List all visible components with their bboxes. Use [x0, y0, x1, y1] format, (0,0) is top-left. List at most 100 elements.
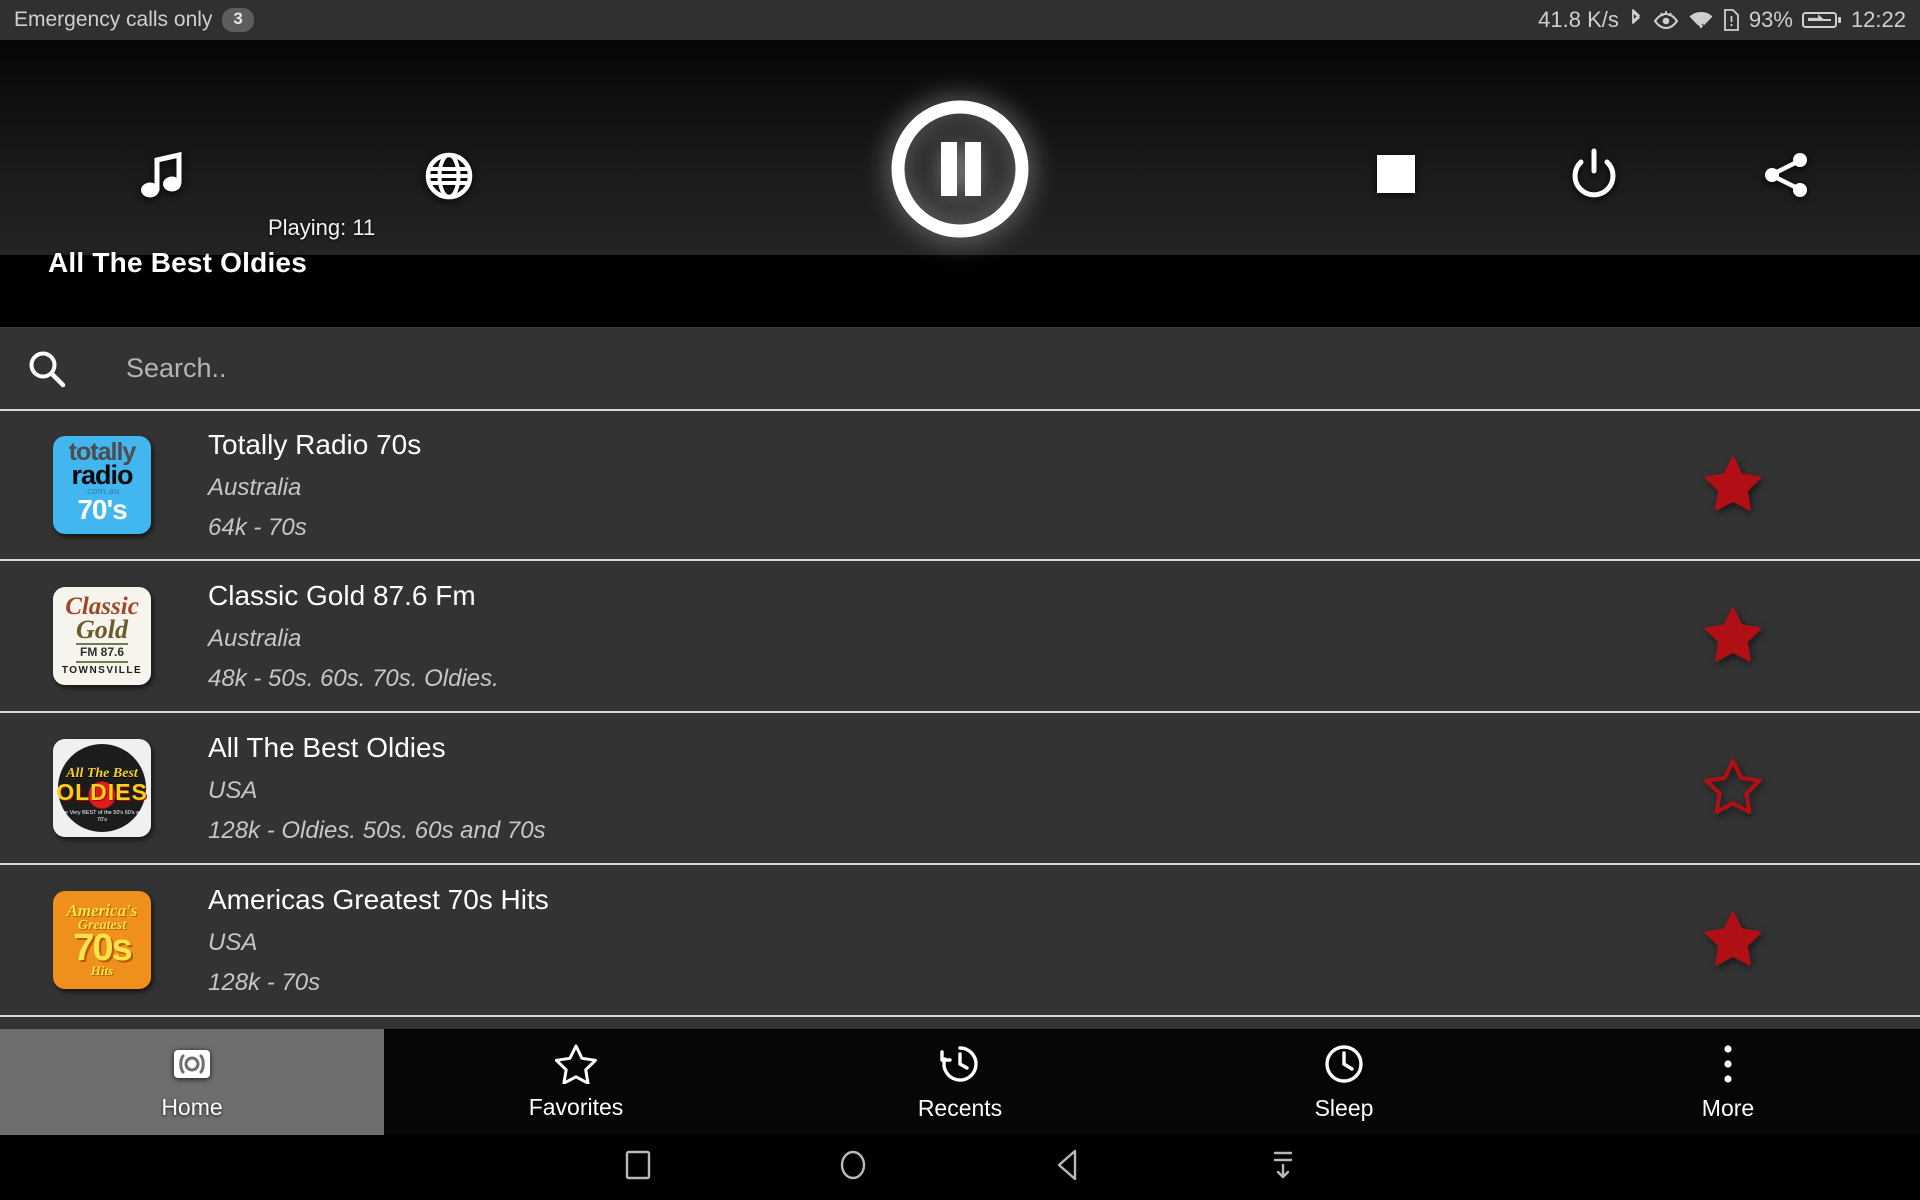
playing-count-label: Playing: 11 [268, 215, 376, 240]
browse-web-button[interactable] [425, 152, 473, 200]
tab-label: Recents [917, 1094, 1003, 1121]
music-note-icon [140, 150, 186, 202]
clock-icon [1323, 1043, 1365, 1085]
home-circle-icon [837, 1148, 869, 1187]
logo-line-3: 70s [73, 927, 132, 970]
favorite-star-button[interactable] [1704, 910, 1762, 971]
logo-line-3: FM 87.6 [75, 643, 128, 663]
back-triangle-icon [1053, 1148, 1083, 1187]
hide-keyboard-button[interactable] [1175, 1148, 1390, 1187]
recents-square-icon [624, 1149, 652, 1186]
station-country: USA [208, 776, 258, 804]
share-button[interactable] [1762, 150, 1812, 200]
hide-keyboard-icon [1268, 1148, 1298, 1187]
table-row[interactable]: Classic Gold FM 87.6 TOWNSVILLE Classic … [0, 561, 1920, 713]
wifi-icon [1688, 9, 1714, 31]
station-name: Classic Gold 87.6 Fm [208, 579, 476, 611]
table-row[interactable]: All The Best OLDIES The Very BEST of the… [0, 713, 1920, 865]
power-icon [1571, 148, 1617, 200]
station-details: 48k - 50s. 60s. 70s. Oldies. [208, 664, 499, 692]
favorite-star-button[interactable] [1704, 758, 1762, 819]
tab-home[interactable]: Home [0, 1029, 384, 1135]
station-name: Totally Radio 70s [208, 428, 422, 460]
tab-recents[interactable]: Recents [768, 1029, 1152, 1135]
music-library-button[interactable] [140, 150, 186, 202]
star-filled-icon [1704, 455, 1762, 516]
tab-label: Sleep [1314, 1094, 1374, 1121]
network-speed-label: 41.8 K/s [1538, 7, 1619, 32]
stop-square-icon [1375, 153, 1417, 195]
logo-line-2: OLDIES [56, 778, 148, 805]
radio-broadcast-icon [172, 1044, 212, 1084]
station-details: 128k - Oldies. 50s. 60s and 70s [208, 816, 546, 844]
bottom-navigation: Home Favorites Recents Sleep More [0, 1029, 1920, 1135]
overflow-dots-icon [1720, 1043, 1736, 1085]
star-filled-icon [1704, 606, 1762, 667]
status-bar-right: 41.8 K/s 93% 12:22 [1538, 7, 1906, 33]
station-info: All The Best Oldies USA 128k - Oldies. 5… [208, 731, 1704, 844]
station-info: Totally Radio 70s Australia 64k - 70s [208, 428, 1704, 541]
recents-button[interactable] [530, 1149, 745, 1186]
clock-label: 12:22 [1850, 7, 1906, 32]
eye-icon [1653, 9, 1679, 31]
android-nav-bar [0, 1135, 1920, 1200]
logo-line-4: TOWNSVILLE [61, 664, 143, 676]
favorite-star-button[interactable] [1704, 606, 1762, 667]
table-row[interactable]: totally radio .com.au 70's Totally Radio… [0, 409, 1920, 561]
history-icon [939, 1043, 981, 1085]
star-outline-icon [555, 1044, 597, 1084]
carrier-label: Emergency calls only [14, 8, 213, 31]
power-button[interactable] [1571, 148, 1617, 200]
all-the-best-oldies-logo: All The Best OLDIES The Very BEST of the… [53, 739, 151, 837]
battery-percent-label: 93% [1748, 7, 1793, 32]
stop-button[interactable] [1375, 153, 1417, 195]
android-status-bar: Emergency calls only 3 41.8 K/s 93% 12:2… [0, 0, 1920, 40]
station-country: Australia [208, 473, 302, 501]
pause-circle-icon [885, 100, 1035, 248]
station-country: Australia [208, 624, 302, 652]
search-bar[interactable] [0, 327, 1920, 409]
tab-favorites[interactable]: Favorites [384, 1029, 768, 1135]
play-pause-button[interactable] [885, 94, 1035, 249]
logo-line-2: Gold [76, 614, 128, 644]
station-country: USA [208, 928, 258, 956]
station-list[interactable]: totally radio .com.au 70's Totally Radio… [0, 409, 1920, 1029]
logo-line-2: radio [71, 460, 133, 491]
home-button[interactable] [745, 1148, 960, 1187]
americas-greatest-70s-hits-logo: America's Greatest 70s Hits [53, 891, 151, 989]
star-outline-icon [1704, 758, 1762, 819]
star-filled-icon [1704, 910, 1762, 971]
logo-line-4: Hits [90, 963, 114, 979]
station-info: Classic Gold 87.6 Fm Australia 48k - 50s… [208, 579, 1704, 692]
search-icon [26, 348, 68, 390]
tab-more[interactable]: More [1536, 1029, 1920, 1135]
now-playing-title: All The Best Oldies [48, 247, 307, 278]
totally-radio-70s-logo: totally radio .com.au 70's [53, 436, 151, 534]
tab-label: Favorites [528, 1093, 624, 1120]
table-row[interactable]: America's Greatest 70s Hits Americas Gre… [0, 865, 1920, 1017]
tab-label: More [1701, 1094, 1755, 1121]
tab-label: Home [161, 1093, 223, 1120]
logo-line-1: America's [66, 900, 138, 920]
back-button[interactable] [960, 1148, 1175, 1187]
search-input[interactable] [126, 353, 1896, 384]
station-details: 128k - 70s [208, 968, 321, 996]
status-bar-left: Emergency calls only 3 [14, 8, 254, 32]
bluetooth-icon [1628, 8, 1644, 32]
notification-count-badge: 3 [222, 8, 254, 32]
app-root: Emergency calls only 3 41.8 K/s 93% 12:2… [0, 0, 1920, 1200]
station-info: Americas Greatest 70s Hits USA 128k - 70… [208, 883, 1704, 996]
station-name: All The Best Oldies [208, 731, 446, 763]
logo-line-3: The Very BEST of the 50's 60's and 70's [58, 809, 146, 823]
battery-charging-icon [1801, 9, 1842, 31]
globe-icon [425, 152, 473, 200]
sim-alert-icon [1723, 8, 1740, 32]
station-name: Americas Greatest 70s Hits [208, 883, 549, 915]
station-details: 64k - 70s [208, 513, 307, 541]
tab-sleep[interactable]: Sleep [1152, 1029, 1536, 1135]
share-icon [1762, 150, 1812, 200]
classic-gold-logo: Classic Gold FM 87.6 TOWNSVILLE [53, 587, 151, 685]
logo-line-4: 70's [77, 494, 127, 526]
favorite-star-button[interactable] [1704, 455, 1762, 516]
player-header: Playing: 11 [0, 40, 1920, 255]
